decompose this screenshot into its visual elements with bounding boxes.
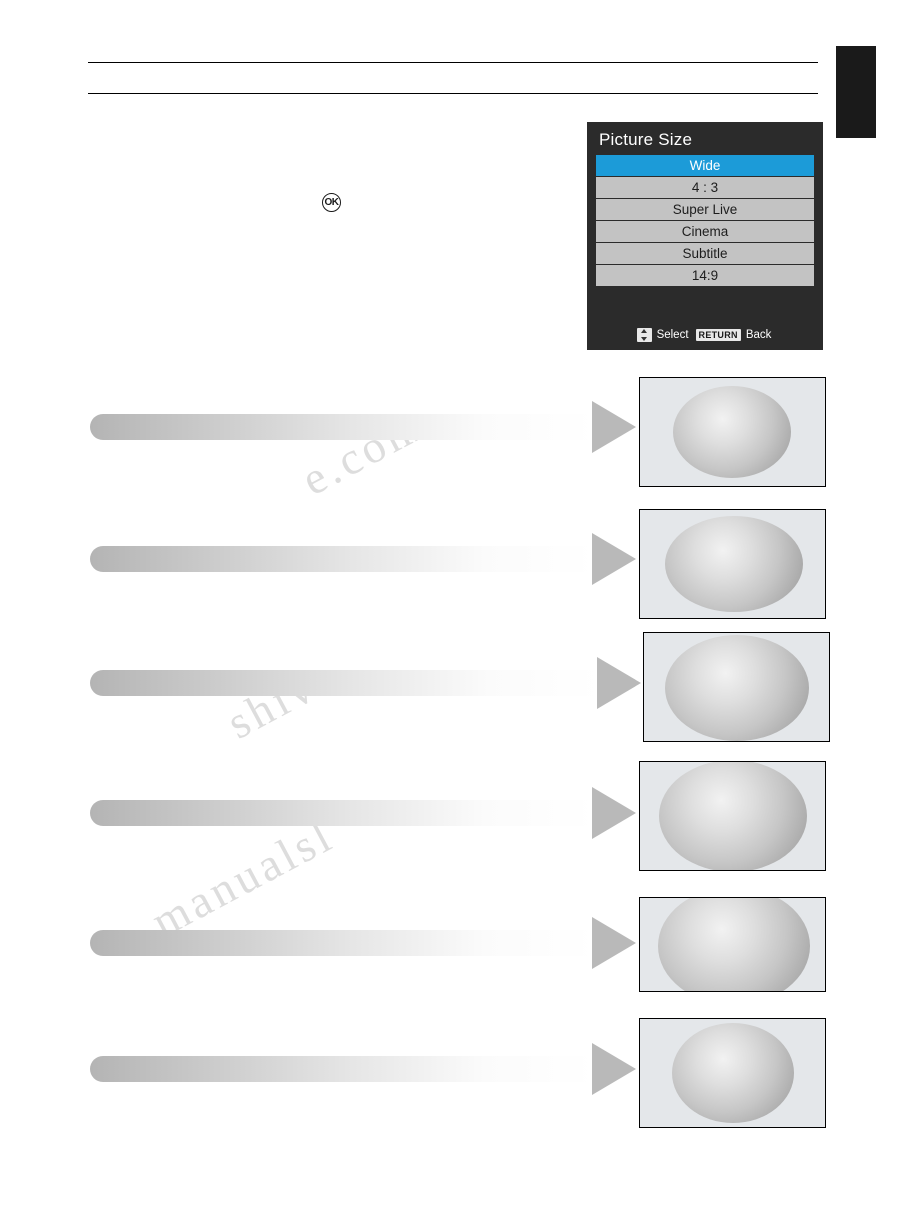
row-14-9-thumbnail [639,1018,826,1128]
row-cinema-bar [90,800,595,826]
row-subtitle-thumbnail [639,897,826,992]
row-wide-ellipse [673,386,791,478]
picture-size-osd: Picture Size Wide 4 : 3 Super Live Cinem… [587,122,823,350]
osd-item-subtitle[interactable]: Subtitle [596,243,814,265]
header-rule-top [88,62,818,63]
row-super-live-thumbnail [643,632,830,742]
row-14-9-arrow [592,1043,636,1095]
osd-item-wide[interactable]: Wide [596,155,814,177]
row-wide-bar [90,414,595,440]
row-super-live-arrow [597,657,641,709]
row-cinema-arrow [592,787,636,839]
row-4-3-arrow [592,533,636,585]
osd-footer: Select RETURN Back [596,326,814,344]
watermark-line-2: shive [218,648,347,749]
row-4-3-ellipse [665,516,803,612]
row-subtitle-bar [90,930,595,956]
watermark-line-3: manualsl [143,809,343,948]
header-rules [88,62,818,94]
header-rule-bottom [88,93,818,94]
row-4-3-bar [90,546,595,572]
row-wide-arrow [592,401,636,453]
row-subtitle-arrow [592,917,636,969]
osd-back-label: Back [745,329,772,341]
page-tab-marker [836,46,876,138]
row-14-9-ellipse [672,1023,794,1123]
row-wide-thumbnail [639,377,826,487]
osd-select-label: Select [656,329,689,341]
osd-item-super-live[interactable]: Super Live [596,199,814,221]
row-subtitle-ellipse [658,898,810,991]
osd-item-4-3[interactable]: 4 : 3 [596,177,814,199]
row-4-3-thumbnail [639,509,826,619]
osd-title: Picture Size [599,130,693,149]
up-down-arrows-icon [636,328,652,342]
row-super-live-ellipse [665,635,809,741]
osd-item-cinema[interactable]: Cinema [596,221,814,243]
return-key-icon: RETURN [695,329,741,341]
row-cinema-thumbnail [639,761,826,871]
row-cinema-ellipse [659,762,807,870]
row-14-9-bar [90,1056,595,1082]
row-super-live-bar [90,670,600,696]
ok-button-icon: OK [322,193,341,212]
osd-item-14-9[interactable]: 14:9 [596,265,814,287]
osd-item-list: Wide 4 : 3 Super Live Cinema Subtitle 14… [596,155,814,287]
